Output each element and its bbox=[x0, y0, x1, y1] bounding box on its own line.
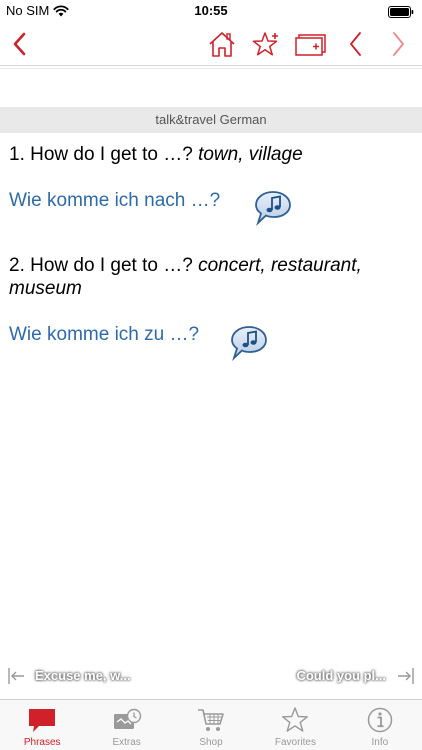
previous-phrase-button[interactable] bbox=[340, 28, 372, 60]
phrase-text: How do I get to …? bbox=[30, 255, 193, 276]
tab-extras[interactable]: Extras bbox=[84, 700, 168, 750]
add-favorite-button[interactable] bbox=[250, 28, 282, 60]
info-icon bbox=[364, 706, 396, 734]
extras-icon bbox=[111, 706, 143, 734]
translation-2[interactable]: Wie komme ich zu …? bbox=[9, 323, 199, 346]
star-icon bbox=[279, 706, 311, 734]
tab-label: Favorites bbox=[274, 737, 316, 748]
play-audio-button[interactable] bbox=[229, 325, 269, 362]
home-button[interactable] bbox=[206, 28, 238, 60]
phrase-text: How do I get to …? bbox=[30, 144, 193, 165]
next-phrase-button[interactable] bbox=[382, 28, 414, 60]
phrase-number: 1. bbox=[9, 144, 25, 165]
clock: 10:55 bbox=[194, 3, 228, 18]
chevron-left-icon bbox=[350, 32, 361, 56]
browse-bar: Excuse me, w... Could you pl... bbox=[0, 662, 422, 690]
tab-label: Phrases bbox=[23, 737, 61, 748]
back-button[interactable] bbox=[4, 28, 36, 60]
tab-phrases[interactable]: Phrases bbox=[0, 700, 84, 750]
previous-phrase-link[interactable]: Excuse me, w... bbox=[35, 668, 131, 683]
phrase-2: 2. How do I get to …? concert, restauran… bbox=[9, 254, 409, 300]
divider bbox=[0, 68, 422, 69]
cart-icon bbox=[195, 706, 227, 734]
tab-label: Info bbox=[371, 737, 389, 748]
nav-bar bbox=[0, 22, 422, 66]
flashcard-plus-icon bbox=[295, 34, 326, 56]
tab-favorites[interactable]: Favorites bbox=[253, 700, 337, 750]
star-plus-icon bbox=[252, 32, 278, 56]
add-flashcard-button[interactable] bbox=[294, 28, 328, 60]
speaker-bubble-icon bbox=[255, 191, 291, 227]
speaker-bubble-icon bbox=[231, 326, 267, 362]
tab-bar: Phrases Extras Shop Favorites Info bbox=[0, 699, 422, 750]
phrase-1: 1. How do I get to …? town, village bbox=[9, 143, 409, 166]
tab-label: Extras bbox=[112, 737, 141, 748]
chevron-right-icon bbox=[393, 32, 404, 56]
section-header: talk&travel German bbox=[0, 107, 422, 133]
tab-shop[interactable]: Shop bbox=[169, 700, 253, 750]
tab-label: Shop bbox=[199, 737, 223, 748]
status-bar: No SIM 10:55 bbox=[0, 0, 422, 22]
home-icon bbox=[209, 32, 235, 57]
battery-icon bbox=[388, 5, 414, 23]
browse-next-icon[interactable] bbox=[396, 666, 416, 691]
next-phrase-link[interactable]: Could you pl... bbox=[296, 668, 386, 683]
phrase-number: 2. bbox=[9, 255, 25, 276]
chevron-left-icon bbox=[13, 32, 26, 56]
phrase-hint: town, village bbox=[198, 144, 303, 165]
play-audio-button[interactable] bbox=[253, 190, 293, 227]
speech-bubble-icon bbox=[26, 706, 58, 734]
translation-1[interactable]: Wie komme ich nach …? bbox=[9, 189, 220, 212]
tab-info[interactable]: Info bbox=[338, 700, 422, 750]
browse-previous-icon[interactable] bbox=[6, 666, 26, 691]
